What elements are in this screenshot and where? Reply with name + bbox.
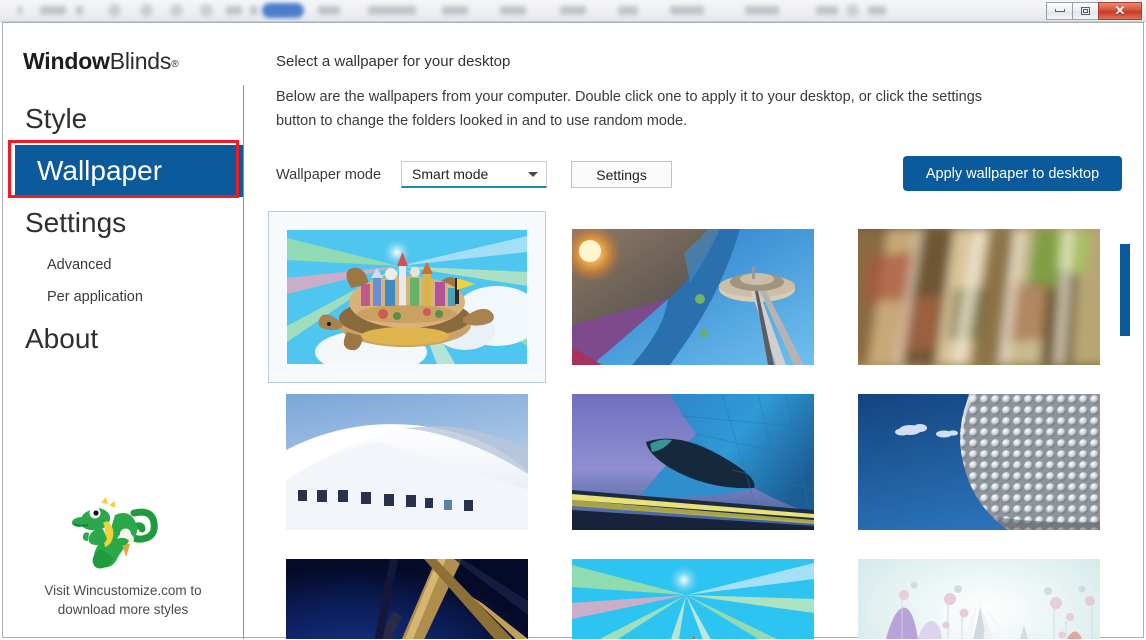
toolbar-blur-icon <box>200 4 213 17</box>
wallpaper-thumbnail-selected[interactable] <box>268 211 546 383</box>
wallpaper-thumbnail[interactable] <box>840 211 1118 383</box>
sidebar-item-settings[interactable]: Settings <box>3 197 243 249</box>
page-description: Below are the wallpapers from your compu… <box>276 89 983 129</box>
settings-button[interactable]: Settings <box>571 161 673 188</box>
wallpaper-grid <box>268 211 1118 639</box>
toolbar-blur-item <box>560 6 586 15</box>
scrollbar-thumb[interactable] <box>1120 244 1130 336</box>
logo-blinds-part: Blinds <box>109 48 172 74</box>
chevron-down-icon <box>528 171 539 177</box>
wallpaper-mode-row: Wallpaper mode Smart mode Settings <box>276 161 673 188</box>
toolbar-blur-icon <box>140 4 153 17</box>
promo-line-1: Visit Wincustomize.com to <box>44 583 202 598</box>
toolbar-blur-item <box>500 6 526 15</box>
toolbar-blur-item <box>868 6 886 15</box>
toolbar-blur-item <box>250 6 258 15</box>
wincustomize-promo-text[interactable]: Visit Wincustomize.com to download more … <box>3 581 243 619</box>
wallpaper-image-space-needle <box>572 229 814 365</box>
wallpaper-image-blue-metal-curve <box>572 394 814 530</box>
sidebar-item-advanced[interactable]: Advanced <box>3 249 243 281</box>
host-toolbar-strip <box>0 0 1146 22</box>
wallpaper-mode-select[interactable]: Smart mode <box>401 161 548 188</box>
toolbar-blur-item <box>670 6 704 15</box>
sidebar-item-label: About <box>25 323 99 354</box>
logo-registered-mark: ® <box>171 59 179 70</box>
toolbar-blur-item <box>18 6 22 15</box>
sidebar-item-label: Advanced <box>47 257 112 273</box>
toolbar-blur-item <box>368 6 416 15</box>
wallpaper-mode-label: Wallpaper mode <box>276 166 382 183</box>
toolbar-blur-item <box>618 6 638 15</box>
sidebar-item-style[interactable]: Style <box>3 93 243 145</box>
wallpaper-image-silver-discs <box>858 394 1100 530</box>
toolbar-blur-item <box>442 6 468 15</box>
wallpaper-image-cyan-rays-city <box>572 559 814 639</box>
wallpaper-image-pastel-abstract <box>858 559 1100 639</box>
windowblinds-window: WindowBlinds® Style Wallpaper Settings A… <box>2 22 1145 639</box>
wallpaper-thumbnail[interactable] <box>268 376 546 548</box>
wallpaper-thumbnail[interactable] <box>268 541 546 639</box>
wallpaper-thumbnail[interactable] <box>554 211 832 383</box>
sidebar: WindowBlinds® Style Wallpaper Settings A… <box>3 23 243 637</box>
close-button[interactable]: ✕ <box>1098 1 1142 20</box>
wallpaper-mode-value: Smart mode <box>412 166 489 182</box>
toolbar-blur-item <box>226 6 242 15</box>
sidebar-footer: Visit Wincustomize.com to download more … <box>3 489 243 619</box>
close-icon: ✕ <box>1114 2 1126 18</box>
window-controls: ✕ <box>1046 1 1142 20</box>
toolbar-blur-item <box>40 6 66 15</box>
wallpaper-image-dark-navy-beams <box>286 559 528 639</box>
app-logo: WindowBlinds® <box>23 48 179 75</box>
wallpaper-thumbnail[interactable] <box>554 376 832 548</box>
wallpaper-image-abstract-streaks <box>858 229 1100 365</box>
wallpaper-thumbnail[interactable] <box>840 541 1118 639</box>
sidebar-item-about[interactable]: About <box>3 313 243 365</box>
main-content: Select a wallpaper for your desktop Belo… <box>244 23 1145 639</box>
toolbar-blur-icon <box>170 4 183 17</box>
wallpaper-thumbnail[interactable] <box>840 376 1118 548</box>
wallpaper-image-turtle-city <box>287 230 527 364</box>
sidebar-item-label: Settings <box>25 207 127 238</box>
settings-button-label: Settings <box>596 166 647 183</box>
sidebar-nav: Style Wallpaper Settings Advanced Per ap… <box>3 93 243 365</box>
apply-wallpaper-button[interactable]: Apply wallpaper to desktop <box>903 156 1122 191</box>
restore-icon <box>1081 6 1090 15</box>
restore-button[interactable] <box>1072 1 1099 20</box>
sidebar-item-label: Wallpaper <box>37 155 163 186</box>
minimize-icon <box>1054 9 1065 12</box>
logo-window-part: Window <box>23 48 110 74</box>
wallpaper-image-white-curve-building <box>286 394 528 530</box>
minimize-button[interactable] <box>1046 1 1073 20</box>
sidebar-item-per-application[interactable]: Per application <box>3 281 243 313</box>
gecko-mascot-icon <box>71 497 158 569</box>
toolbar-blur-item <box>76 6 83 15</box>
toolbar-blur-item <box>816 6 838 15</box>
toolbar-blur-icon <box>108 4 121 17</box>
page-title: Select a wallpaper for your desktop <box>276 53 511 70</box>
sidebar-item-label: Per application <box>47 289 143 305</box>
promo-line-2: download more styles <box>57 602 189 617</box>
toolbar-blur-icon <box>846 4 859 17</box>
toolbar-blur-item <box>318 6 340 15</box>
wallpaper-grid-scrollbar[interactable] <box>1120 211 1130 639</box>
wallpaper-thumbnail[interactable] <box>554 541 832 639</box>
toolbar-blur-item <box>745 6 779 15</box>
toolbar-blur-active-pill <box>262 3 304 18</box>
sidebar-item-wallpaper[interactable]: Wallpaper <box>15 145 243 197</box>
sidebar-item-label: Style <box>25 103 88 134</box>
